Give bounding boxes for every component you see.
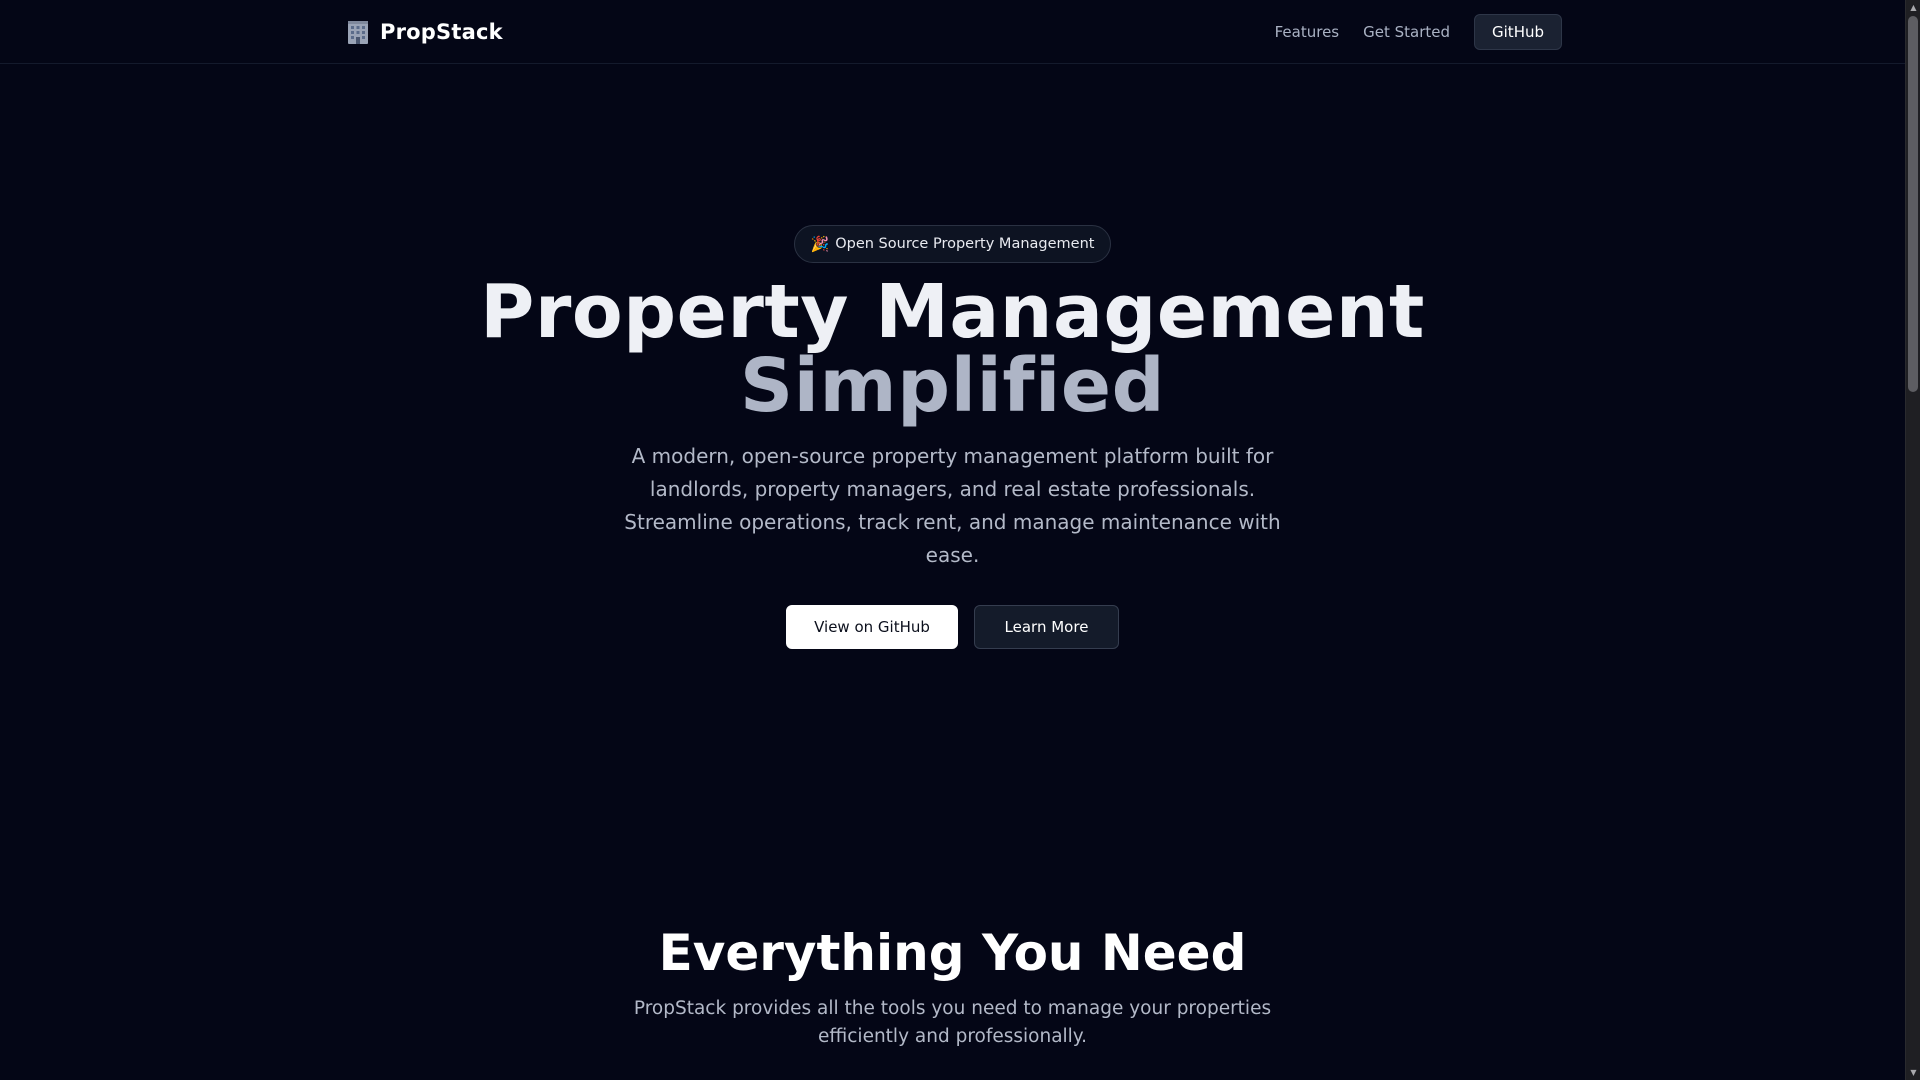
brand-logo[interactable]: PropStack — [344, 17, 503, 47]
nav-link-features[interactable]: Features — [1275, 23, 1340, 41]
scroll-up-arrow-icon[interactable]: ▲ — [1906, 0, 1920, 15]
announcement-badge: 🎉 Open Source Property Management — [793, 225, 1112, 263]
view-on-github-button[interactable]: View on GitHub — [786, 605, 958, 649]
scroll-down-arrow-icon[interactable]: ▼ — [1906, 1065, 1920, 1080]
features-title: Everything You Need — [658, 924, 1247, 982]
hero-description: A modern, open-source property managemen… — [624, 444, 1281, 567]
brand-name: PropStack — [380, 20, 503, 44]
page: PropStack Features Get Started GitHub 🎉 … — [0, 0, 1905, 1080]
hero-section: 🎉 Open Source Property Management Proper… — [0, 225, 1905, 649]
party-popper-icon: 🎉 — [810, 235, 830, 253]
features-section: Everything You Need PropStack provides a… — [0, 923, 1905, 1051]
site-header: PropStack Features Get Started GitHub — [0, 0, 1905, 64]
hero-actions: View on GitHub Learn More — [0, 605, 1905, 649]
page-scrollbar[interactable]: ▲ ▼ — [1905, 0, 1920, 1080]
hero-title-line1: Property Management — [480, 269, 1425, 355]
features-description: PropStack provides all the tools you nee… — [633, 998, 1272, 1047]
hero-title: Property Management Simplified — [0, 275, 1905, 423]
nav-link-get-started[interactable]: Get Started — [1363, 23, 1450, 41]
announcement-badge-text: Open Source Property Management — [835, 236, 1095, 252]
office-building-icon — [344, 18, 372, 46]
top-nav: Features Get Started GitHub — [1275, 14, 1562, 50]
hero-title-line2: Simplified — [739, 343, 1166, 429]
scrollbar-thumb[interactable] — [1908, 16, 1918, 392]
github-nav-button[interactable]: GitHub — [1474, 14, 1562, 50]
learn-more-button[interactable]: Learn More — [974, 605, 1119, 649]
